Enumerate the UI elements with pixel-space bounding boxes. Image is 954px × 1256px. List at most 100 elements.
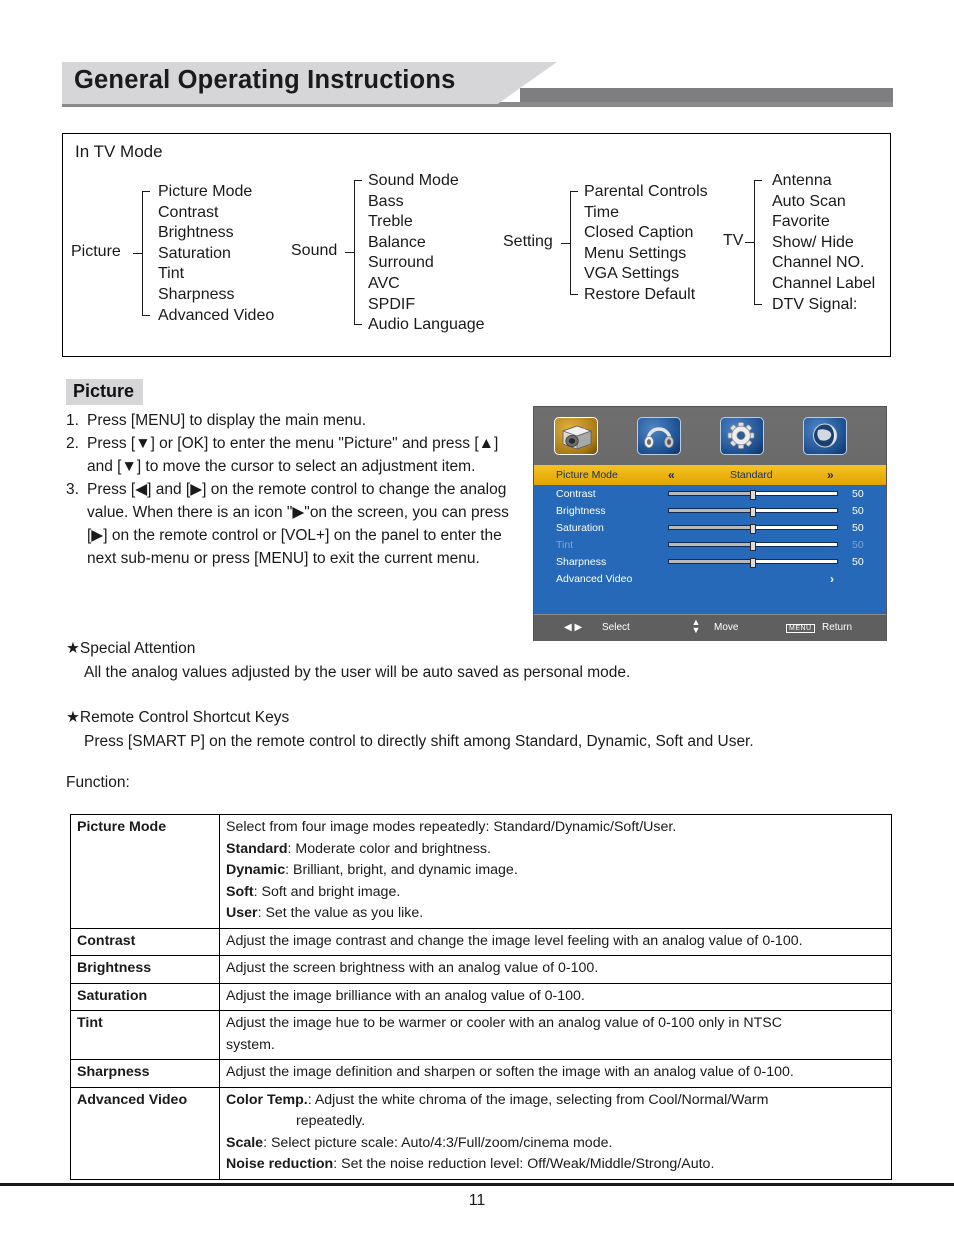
settings-gear-icon[interactable] (720, 417, 764, 455)
osd-footer-hints: ◀ ▶ Select ▲ ▼ Move MENU Return (534, 614, 886, 641)
osd-submenu-arrow-icon[interactable]: › (830, 572, 834, 586)
osd-slider[interactable] (668, 489, 838, 500)
osd-return-label: Return (822, 622, 853, 633)
table-term: Scale (226, 1134, 264, 1151)
table-cell-description: Adjust the image brilliance with an anal… (219, 982, 892, 1011)
osd-next-arrow-icon[interactable]: » (827, 468, 834, 482)
tree-item: DTV Signal: (772, 295, 858, 313)
osd-row-advanced-video[interactable]: Advanced Video › (534, 570, 886, 587)
table-description-line: Scale: Select picture scale: Auto/4:3/Fu… (226, 1134, 613, 1151)
table-description-line: system. (226, 1036, 275, 1053)
osd-slider[interactable] (668, 557, 838, 568)
tree-item: Tint (158, 265, 185, 283)
tree-root-label: Sound (291, 242, 338, 260)
osd-row-saturation[interactable]: Saturation 50 (534, 519, 886, 536)
tree-item: Surround (368, 254, 434, 272)
step-text: Press [◀] and [▶] on the remote control … (87, 481, 509, 567)
page-title: General Operating Instructions (74, 66, 456, 94)
osd-row-label: Contrast (556, 487, 596, 500)
osd-slider[interactable] (668, 523, 838, 534)
menu-structure-box: In TV Mode Picture Picture Mode Contrast Br… (62, 133, 891, 357)
step-number: 3. (66, 481, 79, 498)
tree-box-title: In TV Mode (75, 142, 163, 161)
tree-item: VGA Settings (584, 265, 680, 283)
osd-slider-thumb[interactable] (750, 540, 756, 551)
tree-item: Channel NO. (772, 254, 865, 272)
osd-row-sharpness[interactable]: Sharpness 50 (534, 553, 886, 570)
table-term: Color Temp. (226, 1091, 308, 1108)
table-description-line: Dynamic: Brilliant, bright, and dynamic … (226, 862, 518, 878)
tree-item-list: Sound Mode Bass Treble Balance Surround AVC SP… (368, 171, 485, 336)
function-label: Function: (66, 774, 130, 791)
osd-slider-fill (669, 526, 753, 529)
tree-connector-dash (133, 252, 142, 254)
osd-slider-fill (669, 543, 753, 546)
table-cell-description: Color Temp.: Adjust the white chroma of … (219, 1086, 892, 1180)
tree-item: Time (584, 203, 619, 221)
osd-slider-thumb[interactable] (750, 506, 756, 517)
instruction-step: 1. Press [MENU] to display the main menu. (66, 409, 516, 432)
picture-camera-icon[interactable] (554, 417, 598, 455)
osd-row-contrast[interactable]: Contrast 50 (534, 485, 886, 502)
tree-connector-dash (561, 242, 570, 244)
osd-slider[interactable] (668, 540, 838, 551)
table-description-line: Noise reduction: Set the noise reduction… (226, 1156, 715, 1172)
table-description-line: Adjust the image hue to be warmer or coo… (226, 1015, 782, 1031)
table-description-line: Select from four image modes repeatedly:… (226, 819, 677, 835)
tree-bracket (354, 180, 362, 326)
table-description-line: Standard: Moderate color and brightness. (226, 840, 491, 857)
tree-item: Sound Mode (368, 172, 459, 189)
table-row: Brightness Adjust the screen brightness w… (70, 955, 892, 984)
osd-row-label: Advanced Video (556, 572, 633, 585)
tree-item: Auto Scan (772, 192, 846, 210)
osd-icon-bar (534, 407, 886, 465)
tree-connector-dash (745, 241, 754, 243)
table-cell-description: Adjust the image hue to be warmer or coo… (219, 1010, 892, 1060)
table-description-line: User: Set the value as you like. (226, 905, 424, 921)
osd-row-brightness[interactable]: Brightness 50 (534, 502, 886, 519)
osd-row-value: Standard (730, 469, 773, 481)
tree-item-list: Parental Controls Time Closed Caption Menu … (584, 182, 708, 306)
osd-row-picture-mode[interactable]: Picture Mode « Standard » (534, 465, 886, 485)
tree-item: Advanced Video (158, 306, 275, 324)
osd-row-label: Sharpness (556, 555, 607, 568)
table-cell-key: Brightness (70, 955, 220, 984)
tree-item: Picture Mode (158, 183, 253, 200)
table-cell-key: Sharpness (70, 1059, 220, 1088)
osd-slider-thumb[interactable] (750, 523, 756, 534)
header-dark-bar (520, 88, 893, 102)
sound-headphones-icon[interactable] (637, 417, 681, 455)
osd-move-label: Move (714, 622, 739, 633)
osd-slider-thumb[interactable] (750, 557, 756, 568)
osd-updown-arrows-icon: ▲ ▼ (691, 617, 701, 635)
osd-row-value: 50 (852, 504, 864, 517)
table-description-line: repeatedly. (296, 1113, 366, 1129)
tree-item: Brightness (158, 224, 234, 242)
table-cell-description: Adjust the image contrast and change the… (219, 927, 892, 956)
function-table: Picture Mode Select from four image modes… (70, 814, 892, 1180)
table-row: Tint Adjust the image hue to be warmer or… (70, 1010, 892, 1060)
table-row: Saturation Adjust the image brilliance wi… (70, 982, 892, 1011)
osd-prev-arrow-icon[interactable]: « (668, 468, 675, 482)
tree-item: Channel Label (772, 274, 876, 292)
tree-item: Closed Caption (584, 224, 694, 242)
table-description-line: Adjust the image contrast and change the… (226, 932, 803, 949)
osd-row-tint[interactable]: Tint 50 (534, 536, 886, 553)
table-row: Advanced Video Color Temp.: Adjust the wh… (70, 1086, 892, 1180)
osd-menu-rows: Picture Mode «Standard» Contrast 50 Brightne… (534, 465, 886, 614)
tree-root-label: Setting (503, 232, 553, 250)
osd-slider-thumb[interactable] (750, 489, 756, 500)
tv-globe-icon[interactable] (803, 417, 847, 455)
osd-menu-key: MENU (786, 623, 815, 633)
osd-slider[interactable] (668, 506, 838, 517)
table-cell-key: Saturation (70, 982, 220, 1011)
step-text: Press [▼] or [OK] to enter the menu "Pic… (87, 435, 499, 475)
note-shortcut-keys-body: Press [SMART P] on the remote control to… (84, 733, 754, 750)
table-description-line: Adjust the image definition and sharpen … (226, 1064, 794, 1080)
tree-item: Balance (368, 233, 426, 251)
tree-item: Contrast (158, 203, 219, 221)
table-cell-description: Adjust the image definition and sharpen … (219, 1059, 892, 1088)
tree-connector-dash (345, 252, 354, 254)
table-cell-key: Picture Mode (70, 814, 220, 929)
osd-row-label: Brightness (556, 504, 606, 517)
